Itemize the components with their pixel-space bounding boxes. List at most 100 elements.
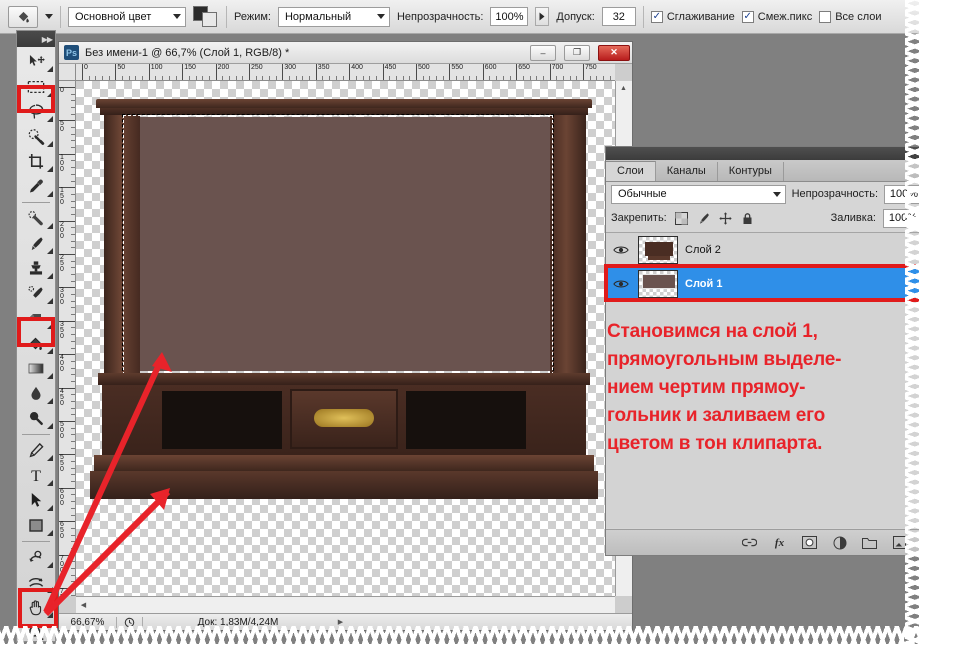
horizontal-ruler[interactable]: 0 50 100 150 200 250 300 350 400 450 500 550 600 650 7… — [76, 64, 615, 81]
ruler-minor-tick — [228, 76, 230, 80]
link-layers-icon[interactable] — [742, 535, 757, 550]
crop-tool[interactable] — [17, 149, 55, 174]
ruler-minor-tick — [442, 76, 444, 80]
ruler-minor-tick — [71, 200, 75, 202]
document-title: Без имени-1 @ 66,7% (Слой 1, RGB/8) * — [85, 46, 290, 59]
brush-tool[interactable] — [17, 231, 55, 256]
scroll-up-icon[interactable]: ▲ — [616, 81, 631, 96]
lock-position-icon[interactable] — [718, 211, 733, 226]
contiguous-checkbox[interactable]: ✓ — [741, 10, 754, 23]
move-tool[interactable] — [17, 49, 55, 74]
ruler-minor-tick — [71, 240, 75, 242]
ruler-minor-tick — [322, 76, 324, 80]
brass-handle — [314, 409, 374, 427]
blend-mode-select[interactable]: Нормальный — [277, 6, 390, 27]
antialias-checkbox-row[interactable]: ✓ Сглаживание — [650, 10, 735, 23]
wooden-tv-cabinet-artwork — [90, 99, 598, 499]
history-brush-tool[interactable] — [17, 281, 55, 306]
eye-icon[interactable] — [611, 240, 631, 260]
lock-transparency-icon[interactable] — [674, 211, 689, 226]
healing-brush-tool[interactable] — [17, 206, 55, 231]
dodge-tool[interactable] — [17, 406, 55, 431]
contiguous-checkbox-row[interactable]: ✓ Смеж.пикс — [741, 10, 812, 23]
divider — [22, 541, 50, 542]
foreground-background-swatch[interactable] — [193, 5, 219, 28]
layer-name[interactable]: Слой 1 — [685, 278, 722, 290]
close-button[interactable]: ✕ — [598, 44, 630, 61]
ruler-minor-tick — [71, 561, 75, 563]
toolbox-collapse-bar[interactable]: ▶▶ — [17, 31, 55, 47]
ruler-minor-tick — [71, 567, 75, 569]
ruler-minor-tick — [389, 76, 391, 80]
ruler-minor-tick — [71, 334, 75, 336]
ruler-minor-tick — [71, 394, 75, 396]
gradient-tool[interactable] — [17, 356, 55, 381]
lock-all-icon[interactable] — [740, 211, 755, 226]
ruler-minor-tick — [128, 76, 130, 80]
background-swatch[interactable] — [202, 11, 217, 27]
eyedropper-tool[interactable] — [17, 174, 55, 199]
layer-opacity-label: Непрозрачность: — [791, 188, 878, 200]
canvas-area[interactable] — [76, 81, 615, 596]
fill-source-select[interactable]: Основной цвет — [68, 6, 186, 27]
ruler-minor-tick — [71, 180, 75, 182]
ruler-minor-tick — [395, 76, 397, 80]
layer-thumbnail[interactable] — [638, 269, 678, 298]
opacity-input[interactable]: 100% — [490, 7, 529, 26]
adjustment-layer-icon[interactable] — [832, 535, 847, 550]
ruler-minor-tick — [71, 380, 75, 382]
tool-flyout-icon — [47, 116, 53, 122]
tab-channels[interactable]: Каналы — [656, 162, 718, 181]
layer-blend-mode-select[interactable]: Обычные — [611, 184, 786, 204]
quick-selection-tool[interactable] — [17, 124, 55, 149]
layer-thumbnail[interactable] — [638, 235, 678, 264]
table-row[interactable]: Слой 2 — [606, 233, 949, 267]
path-selection-tool[interactable] — [17, 488, 55, 513]
scroll-left-icon[interactable]: ◀ — [76, 597, 91, 612]
layers-panel-footer: fx — [606, 529, 949, 555]
table-row[interactable]: Слой 1 — [606, 267, 949, 301]
all-layers-checkbox[interactable] — [819, 10, 832, 23]
ruler-minor-tick — [562, 76, 564, 80]
layer-name[interactable]: Слой 2 — [685, 244, 721, 256]
vertical-ruler[interactable]: 0 50 100 150 200 250 300 350 400 450 500 550 600 650 7… — [59, 81, 76, 596]
ruler-minor-tick — [335, 76, 337, 80]
eye-icon[interactable] — [611, 274, 631, 294]
new-group-icon[interactable] — [862, 535, 877, 550]
document-title-bar[interactable]: Ps Без имени-1 @ 66,7% (Слой 1, RGB/8) *… — [59, 42, 632, 64]
horizontal-scrollbar[interactable]: ◀ — [76, 596, 615, 613]
ruler-tick: 150 — [59, 187, 75, 206]
minimize-button[interactable]: – — [530, 44, 556, 61]
panel-title-bar[interactable]: ◀◀ ✕ — [606, 147, 949, 160]
ruler-minor-tick — [71, 367, 75, 369]
layer-fx-icon[interactable]: fx — [772, 535, 787, 550]
ruler-minor-tick — [289, 76, 291, 80]
rectangle-shape-tool[interactable] — [17, 513, 55, 538]
opacity-stepper[interactable] — [535, 7, 550, 26]
ruler-minor-tick — [71, 100, 75, 102]
ruler-minor-tick — [71, 501, 75, 503]
antialias-label: Сглаживание — [666, 10, 735, 23]
antialias-checkbox[interactable]: ✓ — [650, 10, 663, 23]
tab-layers[interactable]: Слои — [606, 161, 656, 181]
ruler-corner[interactable] — [59, 64, 76, 81]
ruler-minor-tick — [71, 527, 75, 529]
tool-flyout-icon — [47, 423, 53, 429]
pen-tool[interactable] — [17, 438, 55, 463]
tolerance-input[interactable]: 32 — [601, 7, 636, 26]
ruler-minor-tick — [71, 107, 75, 109]
lock-image-icon[interactable] — [696, 211, 711, 226]
clone-stamp-tool[interactable] — [17, 256, 55, 281]
rotate-3d-tool[interactable] — [17, 545, 55, 570]
tool-flyout-icon — [47, 530, 53, 536]
tool-preset-caret-icon[interactable] — [45, 14, 53, 19]
blur-tool[interactable] — [17, 381, 55, 406]
maximize-button[interactable]: ❐ — [564, 44, 590, 61]
ruler-minor-tick — [409, 76, 411, 80]
double-chevron-right-icon[interactable]: ▶▶ — [42, 35, 53, 44]
layer-mask-icon[interactable] — [802, 535, 817, 550]
all-layers-checkbox-row[interactable]: Все слои — [819, 10, 882, 23]
type-tool[interactable]: T — [17, 463, 55, 488]
paint-bucket-icon[interactable] — [8, 5, 38, 28]
tab-paths[interactable]: Контуры — [718, 162, 784, 181]
